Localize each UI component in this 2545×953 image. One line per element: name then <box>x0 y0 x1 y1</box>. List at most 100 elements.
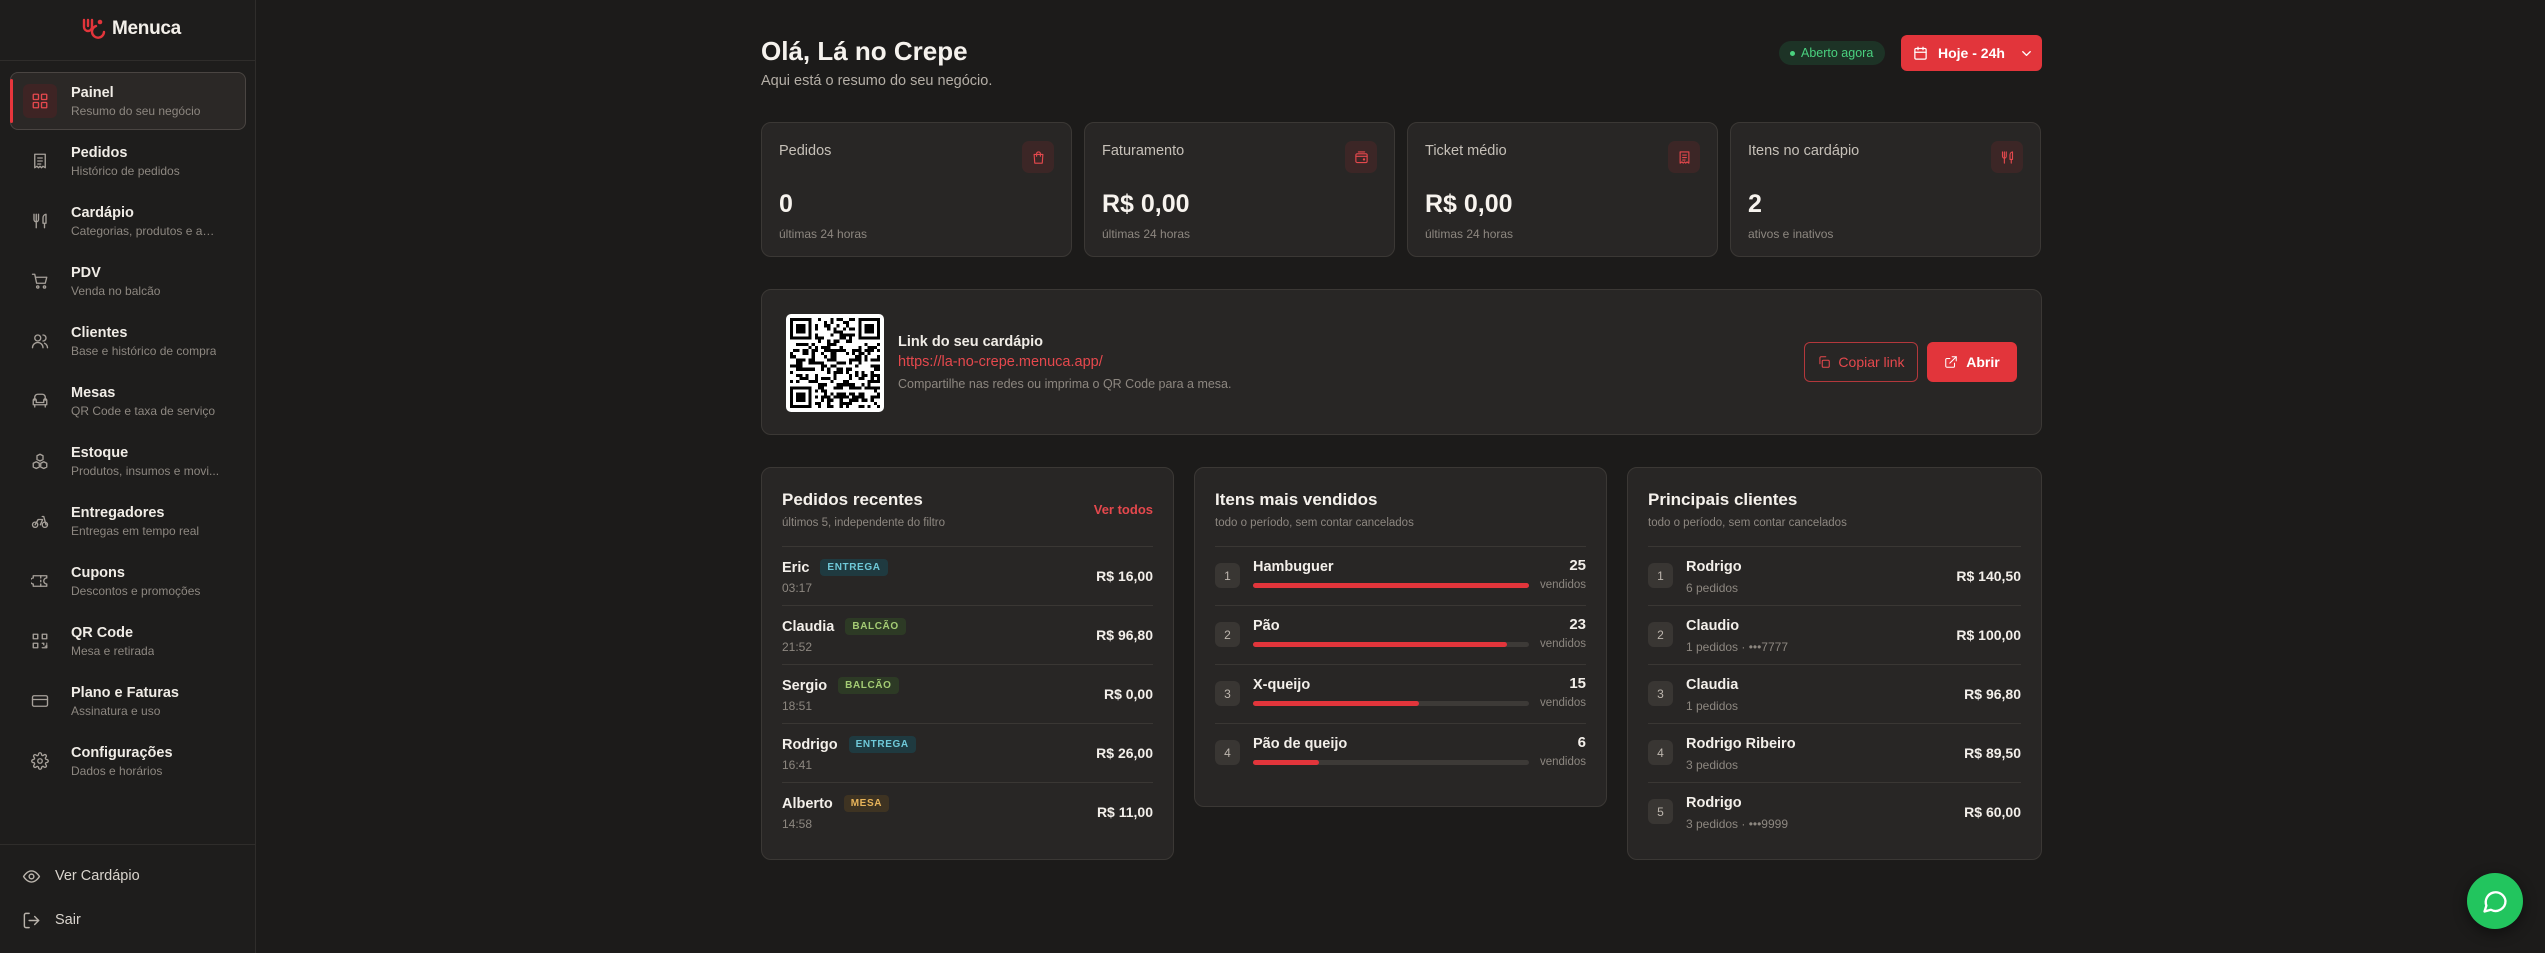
rank-badge: 1 <box>1648 563 1673 588</box>
sidebar-item-cardapio[interactable]: Cardápio Categorias, produtos e adi... <box>10 192 246 250</box>
brand-logo[interactable]: Menuca <box>78 13 181 45</box>
client-total: R$ 60,00 <box>1964 804 2021 820</box>
item-name: X-queijo <box>1253 677 1311 693</box>
sales-bar-fill <box>1253 701 1419 706</box>
sales-bar-track <box>1253 583 1529 588</box>
sidebar-item-pedidos[interactable]: Pedidos Histórico de pedidos <box>10 132 246 190</box>
order-row[interactable]: Alberto MESA 14:58 R$ 11,00 <box>782 782 1153 841</box>
sidebar-item-icon <box>23 84 57 118</box>
client-name: Rodrigo <box>1686 559 1742 575</box>
sidebar-item-mesas[interactable]: Mesas QR Code e taxa de serviço <box>10 372 246 430</box>
logout-icon <box>23 912 40 928</box>
order-row[interactable]: Claudia BALCÃO 21:52 R$ 96,80 <box>782 605 1153 664</box>
brand-name: Menuca <box>112 18 181 39</box>
chat-support-button[interactable] <box>2467 873 2523 929</box>
order-total: R$ 96,80 <box>1096 627 1153 643</box>
top-item-row: 4 Pão de queijo 6 vendidos <box>1215 723 1586 782</box>
sidebar-item-description: Produtos, insumos e movi... <box>71 463 220 478</box>
client-name: Claudia <box>1686 677 1739 693</box>
rank-badge: 1 <box>1215 563 1240 588</box>
order-row[interactable]: Eric ENTREGA 03:17 R$ 16,00 <box>782 546 1153 605</box>
period-dropdown[interactable]: Hoje - 24h <box>1901 35 2042 71</box>
sidebar-item-entregadores[interactable]: Entregadores Entregas em tempo real <box>10 492 246 550</box>
sidebar-item-plano-e-faturas[interactable]: Plano e Faturas Assinatura e uso <box>10 672 246 730</box>
stat-period: últimas 24 horas <box>1425 227 1514 241</box>
client-total: R$ 89,50 <box>1964 745 2021 761</box>
sidebar-item-pdv[interactable]: PDV Venda no balcão <box>10 252 246 310</box>
rank-badge: 2 <box>1648 622 1673 647</box>
top-client-row[interactable]: 1 Rodrigo 6 pedidos R$ 140,50 <box>1648 546 2021 605</box>
stat-icon-box <box>1991 141 2023 173</box>
order-time: 14:58 <box>782 817 813 831</box>
top-client-row[interactable]: 3 Claudia 1 pedidos R$ 96,80 <box>1648 664 2021 723</box>
sidebar-item-description: Venda no balcão <box>71 283 161 298</box>
top-client-row[interactable]: 4 Rodrigo Ribeiro 3 pedidos R$ 89,50 <box>1648 723 2021 782</box>
client-orders: 3 pedidos · •••9999 <box>1686 817 1789 831</box>
sidebar-item-description: Descontos e promoções <box>71 583 201 598</box>
sidebar-item-label: Entregadores <box>71 504 165 521</box>
copy-icon <box>1819 356 1831 368</box>
order-type-badge: BALCÃO <box>838 677 899 694</box>
utensils-icon <box>33 213 47 229</box>
copy-link-label: Copiar link <box>1838 354 1905 370</box>
sidebar-item-label: Pedidos <box>71 144 128 161</box>
logout-link[interactable]: Sair <box>22 908 242 932</box>
top-client-row[interactable]: 2 Claudio 1 pedidos · •••7777 R$ 100,00 <box>1648 605 2021 664</box>
order-row[interactable]: Sergio BALCÃO 18:51 R$ 0,00 <box>782 664 1153 723</box>
copy-link-button[interactable]: Copiar link <box>1804 342 1918 382</box>
top-clients-panel: Principais clientes todo o período, sem … <box>1627 467 2042 860</box>
sidebar-item-configuracoes[interactable]: Configurações Dados e horários <box>10 732 246 790</box>
sidebar-item-icon <box>29 150 51 172</box>
external-link-icon <box>1945 356 1958 368</box>
sidebar-item-icon <box>29 450 51 472</box>
top-item-row: 1 Hambuguer 25 vendidos <box>1215 546 1586 605</box>
sidebar-item-icon <box>29 630 51 652</box>
top-items-panel: Itens mais vendidos todo o período, sem … <box>1194 467 1607 807</box>
sidebar-item-label: Cupons <box>71 564 125 581</box>
order-type-badge: ENTREGA <box>820 559 888 576</box>
order-row[interactable]: Rodrigo ENTREGA 16:41 R$ 26,00 <box>782 723 1153 782</box>
rank-badge: 4 <box>1648 740 1673 765</box>
sidebar-item-icon <box>29 750 51 772</box>
bag-icon <box>1033 150 1043 164</box>
client-total: R$ 100,00 <box>1956 627 2021 643</box>
stat-label: Faturamento <box>1102 143 1185 159</box>
top-clients-subtitle: todo o período, sem contar cancelados <box>1648 517 1847 529</box>
sidebar-item-label: PDV <box>71 264 101 281</box>
credit-card-icon <box>31 695 49 707</box>
ticket-icon <box>31 575 48 587</box>
sidebar-item-cupons[interactable]: Cupons Descontos e promoções <box>10 552 246 610</box>
users-icon <box>31 334 49 349</box>
sidebar-item-painel[interactable]: Painel Resumo do seu negócio <box>10 72 246 130</box>
rank-badge: 3 <box>1648 681 1673 706</box>
sidebar-item-description: Dados e horários <box>71 763 163 778</box>
rank-badge: 2 <box>1215 622 1240 647</box>
order-customer: Claudia <box>782 618 835 635</box>
recent-orders-title: Pedidos recentes <box>782 490 923 509</box>
chevron-down-icon <box>2022 50 2031 56</box>
see-all-orders-link[interactable]: Ver todos <box>1094 502 1153 517</box>
sidebar-item-qr-code[interactable]: QR Code Mesa e retirada <box>10 612 246 670</box>
open-link-button[interactable]: Abrir <box>1927 342 2017 382</box>
top-client-row[interactable]: 5 Rodrigo 3 pedidos · •••9999 R$ 60,00 <box>1648 782 2021 841</box>
sidebar-item-icon <box>29 510 51 532</box>
stat-value: R$ 0,00 <box>1102 190 1190 218</box>
chat-icon <box>2483 891 2507 913</box>
stat-value: R$ 0,00 <box>1425 190 1513 218</box>
order-total: R$ 0,00 <box>1103 686 1153 702</box>
sidebar-item-label: Mesas <box>71 384 116 401</box>
sidebar-divider-bottom <box>0 844 256 845</box>
calendar-icon <box>1914 46 1927 60</box>
sidebar-item-clientes[interactable]: Clientes Base e histórico de compra <box>10 312 246 370</box>
sidebar-item-estoque[interactable]: Estoque Produtos, insumos e movi... <box>10 432 246 490</box>
sidebar-item-label: Clientes <box>71 324 128 341</box>
sales-bar-track <box>1253 701 1529 706</box>
order-type-badge: ENTREGA <box>848 736 916 753</box>
order-time: 03:17 <box>782 581 813 595</box>
wallet-icon <box>1354 150 1368 163</box>
menuca-logo-icon <box>82 18 106 39</box>
menu-link-url[interactable]: https://la-no-crepe.menuca.app/ <box>898 354 1103 370</box>
sidebar-nav: Painel Resumo do seu negócio Pedidos Histór… <box>10 72 246 792</box>
view-menu-link[interactable]: Ver Cardápio <box>22 864 242 888</box>
menu-link-title: Link do seu cardápio <box>898 334 1044 350</box>
